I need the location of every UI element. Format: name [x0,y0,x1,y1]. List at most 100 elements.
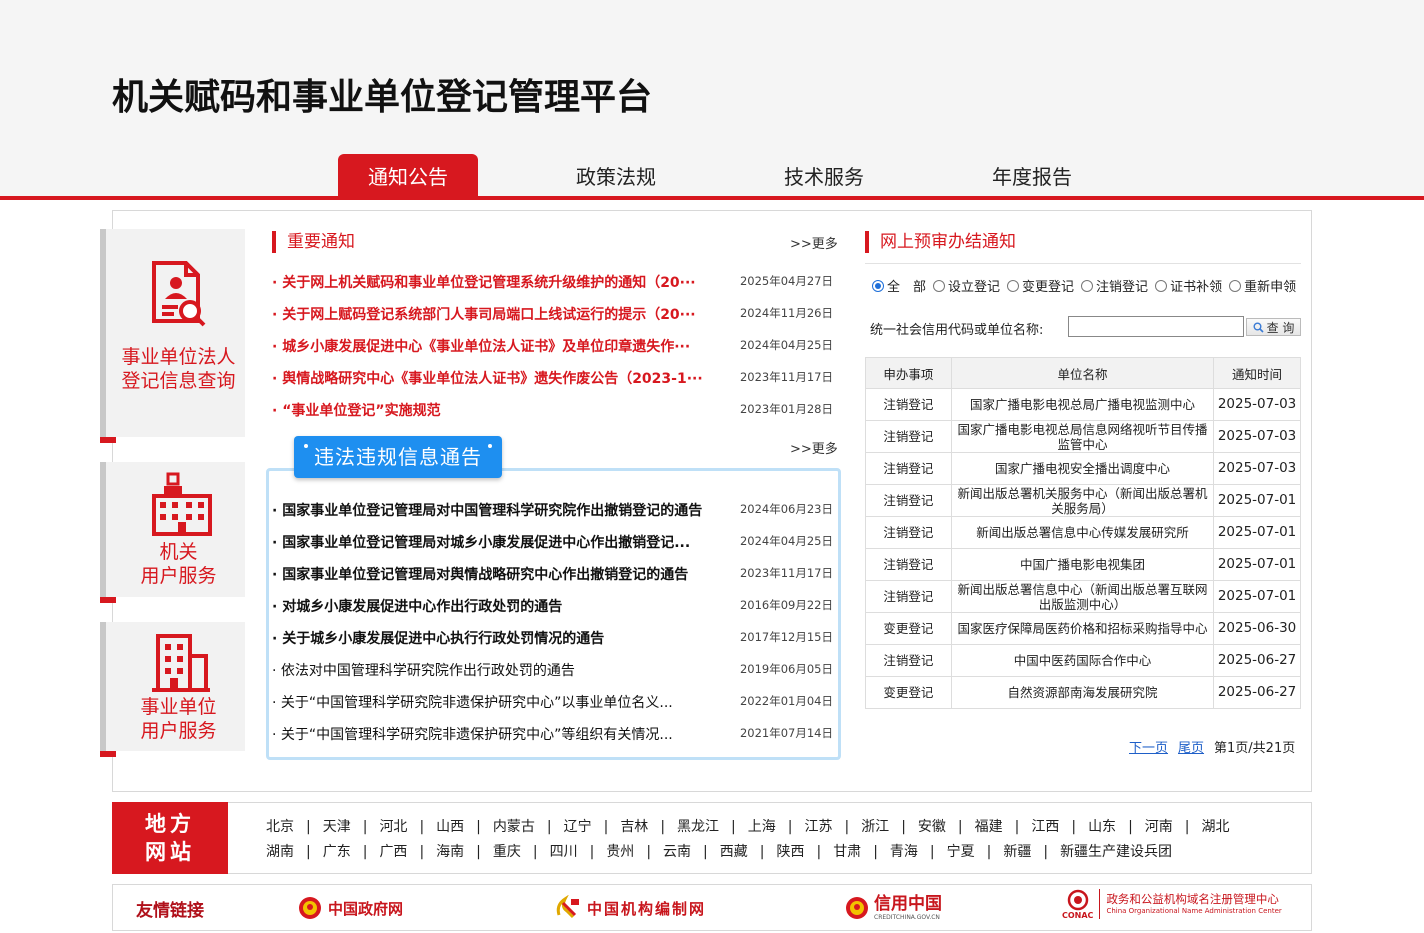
region-link[interactable]: 江西 [1031,819,1059,835]
legal-person-query-card[interactable]: 事业单位法人 登记信息查询 [100,229,245,443]
region-link[interactable]: 重庆 [493,844,521,860]
region-link[interactable]: 新疆 [1003,844,1031,860]
list-item[interactable]: · 关于“中国管理科学研究院非遗保护研究中心”等组织有关情况... 2021年07… [272,724,837,744]
radio-indicator[interactable] [1229,279,1242,292]
table-row: 注销登记 中国广播电影电视集团 2025-07-01 [865,548,1301,581]
violation-title[interactable]: · 关于“中国管理科学研究院非遗保护研究中心”等组织有关情况... [272,724,737,744]
list-item[interactable]: · 依法对中国管理科学研究院作出行政处罚的通告 2019年06月05日 [272,660,837,680]
tab-annual-reports[interactable]: 年度报告 [928,154,1136,196]
list-item[interactable]: · 国家事业单位登记管理局对城乡小康发展促进中心作出撤销登记... 2024年04… [272,532,837,552]
notice-title[interactable]: · “事业单位登记”实施规范 [272,400,717,420]
tab-policies[interactable]: 政策法规 [512,154,720,196]
link-scopsr[interactable]: 中国机构编制网 [553,894,706,922]
list-item[interactable]: · “事业单位登记”实施规范 2023年01月28日 [272,400,837,420]
violation-date: 2023年11月17日 [739,566,833,580]
tab-notices[interactable]: 通知公告 [338,154,478,196]
agency-user-service-card[interactable]: 机关 用户服务 [100,462,245,603]
list-item[interactable]: · 关于网上赋码登记系统部门人事司局端口上线试运行的提示（20··· 2024年1… [272,304,837,324]
violation-date: 2024年06月23日 [739,502,833,516]
region-link[interactable]: 内蒙古 [493,819,535,835]
region-link[interactable]: 福建 [975,819,1003,835]
list-item[interactable]: · 对城乡小康发展促进中心作出行政处罚的通告 2016年09月22日 [272,596,837,616]
radio-indicator[interactable] [872,279,884,292]
radio-reapply[interactable]: 重新申领 [1229,276,1296,295]
search-label: 统一社会信用代码或单位名称: [870,323,1044,338]
region-link[interactable]: 天津 [323,819,351,835]
region-link[interactable]: 海南 [436,844,464,860]
region-link[interactable]: 山东 [1088,819,1116,835]
separator: | [787,819,793,835]
violation-title[interactable]: · 国家事业单位登记管理局对城乡小康发展促进中心作出撤销登记... [272,532,737,552]
institution-user-service-card[interactable]: 事业单位 用户服务 [100,622,245,757]
region-link[interactable]: 陕西 [776,844,804,860]
tab-tech-services[interactable]: 技术服务 [720,154,928,196]
search-button[interactable]: 查 询 [1246,318,1301,336]
next-page-link[interactable]: 下一页 [1129,741,1168,756]
notices-more-link[interactable]: >>更多 [790,233,838,252]
list-item[interactable]: · 城乡小康发展促进中心《事业单位法人证书》及单位印章遗失作··· 2024年04… [272,336,837,356]
table-row: 注销登记 新闻出版总署信息中心传媒发展研究所 2025-07-01 [865,516,1301,549]
table-cell: 注销登记 [865,580,952,613]
notice-date: 2024年04月25日 [739,338,833,352]
region-link[interactable]: 湖北 [1202,819,1230,835]
violation-title[interactable]: · 关于城乡小康发展促进中心执行行政处罚情况的通告 [272,628,737,648]
region-link[interactable]: 广西 [379,844,407,860]
region-link[interactable]: 吉林 [620,819,648,835]
list-item[interactable]: · 关于城乡小康发展促进中心执行行政处罚情况的通告 2017年12月15日 [272,628,837,648]
region-link[interactable]: 云南 [663,844,691,860]
radio-indicator[interactable] [1081,279,1094,292]
conac-text: 政务和公益机构域名注册管理中心 China Organizational Nam… [1106,892,1281,915]
prereview-heading: 网上预审办结通知 [865,231,1016,253]
table-cell: 注销登记 [865,484,952,517]
violation-title[interactable]: · 国家事业单位登记管理局对舆情战略研究中心作出撤销登记的通告 [272,564,737,584]
region-link[interactable]: 湖南 [266,844,294,860]
region-link[interactable]: 河北 [379,819,407,835]
region-link[interactable]: 青海 [890,844,918,860]
radio-reissue[interactable]: 证书补领 [1155,276,1222,295]
region-link[interactable]: 浙江 [861,819,889,835]
search-input[interactable] [1068,316,1244,337]
violation-title[interactable]: · 国家事业单位登记管理局对中国管理科学研究院作出撤销登记的通告 [272,500,737,520]
region-link[interactable]: 黑龙江 [677,819,719,835]
violation-title[interactable]: · 对城乡小康发展促进中心作出行政处罚的通告 [272,596,737,616]
notice-title[interactable]: · 舆情战略研究中心《事业单位法人证书》遗失作废公告（2023-1··· [272,368,717,388]
radio-cancel[interactable]: 注销登记 [1081,276,1148,295]
side-card-label: 登记信息查询 [121,370,236,392]
region-link[interactable]: 新疆生产建设兵团 [1060,844,1172,860]
list-item[interactable]: · 舆情战略研究中心《事业单位法人证书》遗失作废公告（2023-1··· 2023… [272,368,837,388]
radio-change[interactable]: 变更登记 [1007,276,1074,295]
region-link[interactable]: 河南 [1145,819,1173,835]
radio-establish[interactable]: 设立登记 [933,276,1000,295]
link-conac[interactable]: CONAC 政务和公益机构域名注册管理中心 China Organization… [1062,889,1282,920]
link-credit-china[interactable]: 信用中国 CREDITCHINA.GOV.CN [845,894,942,922]
region-link[interactable]: 广东 [323,844,351,860]
radio-indicator[interactable] [1155,279,1168,292]
list-item[interactable]: · 关于网上机关赋码和事业单位登记管理系统升级维护的通知（20··· 2025年0… [272,272,837,292]
radio-indicator[interactable] [933,279,946,292]
region-link[interactable]: 西藏 [720,844,748,860]
violations-more-link[interactable]: >>更多 [790,438,838,457]
notice-title[interactable]: · 城乡小康发展促进中心《事业单位法人证书》及单位印章遗失作··· [272,336,717,356]
region-link[interactable]: 四川 [550,844,578,860]
divider [865,263,1301,264]
notice-title[interactable]: · 关于网上机关赋码和事业单位登记管理系统升级维护的通知（20··· [272,272,717,292]
region-link[interactable]: 安徽 [918,819,946,835]
region-link[interactable]: 贵州 [606,844,634,860]
last-page-link[interactable]: 尾页 [1178,741,1204,756]
link-gov-cn[interactable]: 中国政府网 [298,894,403,922]
list-item[interactable]: · 关于“中国管理科学研究院非遗保护研究中心”以事业单位名义... 2022年01… [272,692,837,712]
notice-title[interactable]: · 关于网上赋码登记系统部门人事司局端口上线试运行的提示（20··· [272,304,717,324]
list-item[interactable]: · 国家事业单位登记管理局对中国管理科学研究院作出撤销登记的通告 2024年06月… [272,500,837,520]
violation-title[interactable]: · 依法对中国管理科学研究院作出行政处罚的通告 [272,660,737,680]
region-link[interactable]: 北京 [266,819,294,835]
radio-indicator[interactable] [1007,279,1020,292]
region-link[interactable]: 辽宁 [564,819,592,835]
region-link[interactable]: 宁夏 [947,844,975,860]
list-item[interactable]: · 国家事业单位登记管理局对舆情战略研究中心作出撤销登记的通告 2023年11月1… [272,564,837,584]
region-link[interactable]: 江苏 [804,819,832,835]
region-link[interactable]: 甘肃 [833,844,861,860]
violation-title[interactable]: · 关于“中国管理科学研究院非遗保护研究中心”以事业单位名义... [272,692,737,712]
region-link[interactable]: 上海 [748,819,776,835]
region-link[interactable]: 山西 [436,819,464,835]
radio-all[interactable]: 全 部 [872,276,926,295]
